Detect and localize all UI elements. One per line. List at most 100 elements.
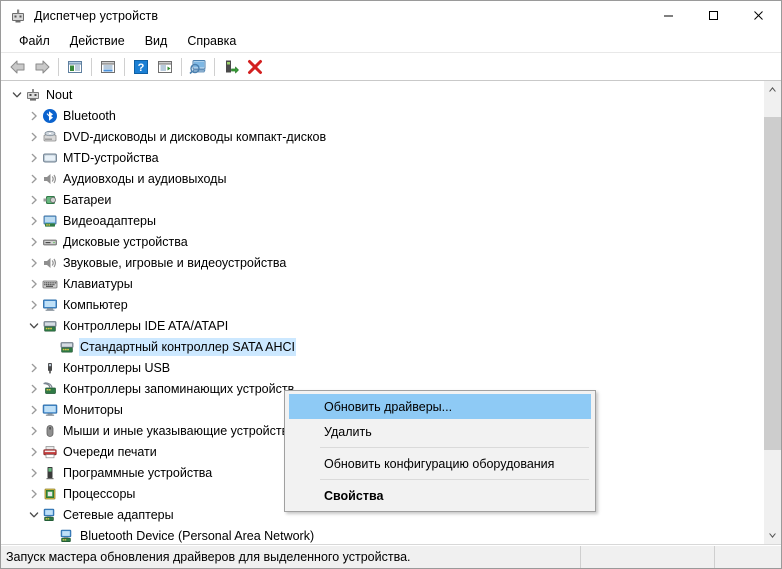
tree-item[interactable]: DVD-дисководы и дисководы компакт-дисков: [1, 126, 763, 147]
mtd-device-icon: [42, 150, 58, 166]
svg-text:?: ?: [138, 62, 145, 74]
chevron-right-icon[interactable]: [26, 189, 42, 210]
scroll-up-icon[interactable]: [764, 81, 781, 98]
tree-item-label: MTD-устройства: [63, 150, 159, 165]
back-icon[interactable]: [6, 55, 30, 78]
menu-view[interactable]: Вид: [135, 32, 178, 50]
show-hidden-icon[interactable]: [96, 55, 120, 78]
tree-item[interactable]: Bluetooth: [1, 105, 763, 126]
usb-icon: [42, 360, 58, 376]
context-menu-separator: [320, 447, 589, 448]
tree-item-label: Компьютер: [63, 297, 128, 312]
mouse-icon: [42, 423, 58, 439]
disk-drive-icon: [42, 234, 58, 250]
window-controls: [646, 1, 781, 30]
chevron-right-icon[interactable]: [26, 126, 42, 147]
tree-item[interactable]: Bluetooth Device (Personal Area Network): [1, 525, 763, 544]
chevron-down-icon[interactable]: [26, 504, 42, 525]
network-adapter-icon: [59, 528, 75, 544]
update-driver-icon[interactable]: [153, 55, 177, 78]
tree-item[interactable]: Батареи: [1, 189, 763, 210]
tree-item-label: Клавиатуры: [63, 276, 133, 291]
menu-file[interactable]: Файл: [9, 32, 60, 50]
ctx-uninstall[interactable]: Удалить: [289, 419, 591, 444]
display-adapter-icon: [42, 213, 58, 229]
forward-icon[interactable]: [30, 55, 54, 78]
menu-action[interactable]: Действие: [60, 32, 135, 50]
chevron-right-icon[interactable]: [26, 483, 42, 504]
scrollbar-thumb[interactable]: [764, 116, 781, 450]
tree-item-label: Стандартный контроллер SATA AHCI: [79, 337, 296, 356]
chevron-down-icon[interactable]: [26, 315, 42, 336]
tree-item-label: DVD-дисководы и дисководы компакт-дисков: [63, 129, 327, 144]
tree-item[interactable]: Контроллеры USB: [1, 357, 763, 378]
chevron-right-icon[interactable]: [26, 273, 42, 294]
status-pane-3: [715, 546, 781, 568]
chevron-down-icon[interactable]: [9, 84, 25, 105]
tree-item[interactable]: Контроллеры IDE ATA/ATAPI: [1, 315, 763, 336]
tree-item-label: Процессоры: [63, 486, 136, 501]
vertical-scrollbar[interactable]: [763, 81, 781, 544]
tree-item-label: Очереди печати: [63, 444, 157, 459]
tree-item-label: Звуковые, игровые и видеоустройства: [63, 255, 287, 270]
tree-item-label: Контроллеры USB: [63, 360, 171, 375]
tree-item-label: Контроллеры IDE ATA/ATAPI: [63, 318, 229, 333]
computer-icon: [42, 297, 58, 313]
close-button[interactable]: [736, 1, 781, 30]
chevron-right-icon[interactable]: [26, 147, 42, 168]
chevron-right-icon[interactable]: [26, 231, 42, 252]
uninstall-device-icon[interactable]: [243, 55, 267, 78]
tree-item[interactable]: Клавиатуры: [1, 273, 763, 294]
status-message: Запуск мастера обновления драйверов для …: [1, 546, 581, 568]
tree-item-selected[interactable]: Стандартный контроллер SATA AHCI: [1, 336, 763, 357]
tree-item-label: Bluetooth Device (Personal Area Network): [80, 528, 315, 543]
chevron-right-icon[interactable]: [26, 378, 42, 399]
help-icon[interactable]: ?: [129, 55, 153, 78]
tree-item[interactable]: Звуковые, игровые и видеоустройства: [1, 252, 763, 273]
enable-device-icon[interactable]: [219, 55, 243, 78]
window-title: Диспетчер устройств: [34, 8, 159, 23]
tree-item-label: Дисковые устройства: [63, 234, 188, 249]
chevron-right-icon[interactable]: [26, 168, 42, 189]
tree-item-label: Батареи: [63, 192, 112, 207]
chevron-right-icon[interactable]: [26, 399, 42, 420]
status-bar: Запуск мастера обновления драйверов для …: [1, 545, 781, 568]
tree-item-label: Видеоадаптеры: [63, 213, 156, 228]
tree-item[interactable]: Видеоадаптеры: [1, 210, 763, 231]
tree-item[interactable]: MTD-устройства: [1, 147, 763, 168]
ctx-properties[interactable]: Свойства: [289, 483, 591, 508]
chevron-right-icon[interactable]: [26, 294, 42, 315]
chevron-right-icon[interactable]: [26, 252, 42, 273]
chevron-right-icon[interactable]: [26, 441, 42, 462]
chevron-right-icon[interactable]: [26, 105, 42, 126]
content-area: Nout Bluetooth DVD-дисководы и дисководы к…: [1, 81, 781, 545]
scan-hardware-icon[interactable]: [186, 55, 210, 78]
context-menu[interactable]: Обновить драйверы... Удалить Обновить ко…: [284, 390, 596, 512]
tree-item[interactable]: Nout: [1, 84, 763, 105]
ctx-scan-hardware[interactable]: Обновить конфигурацию оборудования: [289, 451, 591, 476]
ctx-update-drivers[interactable]: Обновить драйверы...: [289, 394, 591, 419]
scroll-down-icon[interactable]: [764, 527, 781, 544]
tree-item-label: Мониторы: [63, 402, 123, 417]
tree-item[interactable]: Дисковые устройства: [1, 231, 763, 252]
tree-item-label: Nout: [46, 87, 73, 102]
chevron-right-icon[interactable]: [26, 210, 42, 231]
device-manager-window: Диспетчер устройств Файл Действие Вид Сп…: [0, 0, 782, 569]
chevron-right-icon[interactable]: [26, 357, 42, 378]
properties-icon[interactable]: [63, 55, 87, 78]
tree-item-label: Контроллеры запоминающих устройств: [63, 381, 295, 396]
chevron-right-icon[interactable]: [26, 462, 42, 483]
tree-item-label: Bluetooth: [63, 108, 116, 123]
maximize-button[interactable]: [691, 1, 736, 30]
ide-controller-icon: [42, 318, 58, 334]
tree-item[interactable]: Аудиовходы и аудиовыходы: [1, 168, 763, 189]
minimize-button[interactable]: [646, 1, 691, 30]
chevron-right-icon[interactable]: [26, 420, 42, 441]
tree-item[interactable]: Компьютер: [1, 294, 763, 315]
toolbar-separator: [124, 57, 125, 76]
dvd-drive-icon: [42, 129, 58, 145]
menu-bar: Файл Действие Вид Справка: [1, 30, 781, 52]
audio-icon: [42, 255, 58, 271]
menu-help[interactable]: Справка: [177, 32, 246, 50]
